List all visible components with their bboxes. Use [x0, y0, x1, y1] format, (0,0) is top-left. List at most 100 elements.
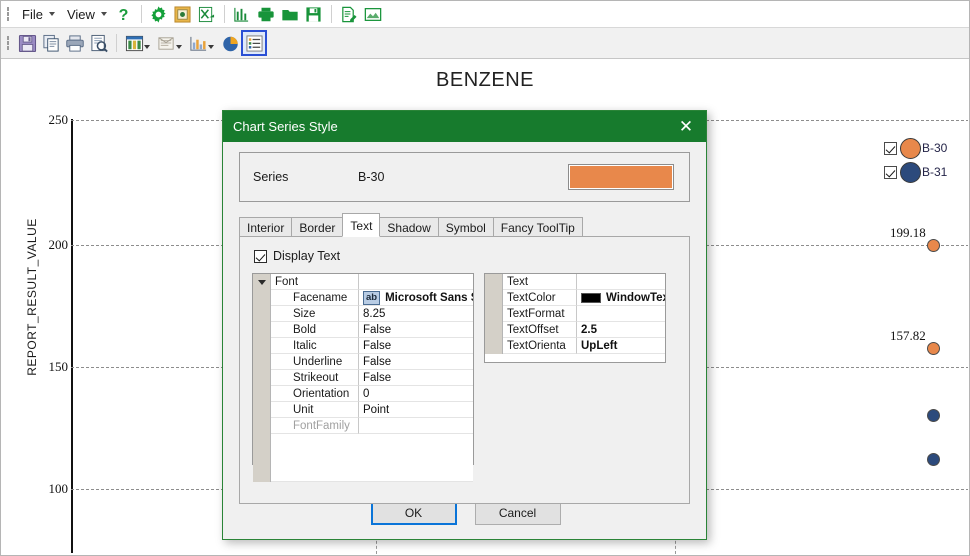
- property-value: [359, 418, 473, 434]
- property-row-bold[interactable]: Bold False: [253, 322, 473, 338]
- gutter: [485, 306, 503, 322]
- edit-report-icon[interactable]: [338, 3, 360, 25]
- property-value[interactable]: False: [359, 354, 473, 370]
- export-excel-icon[interactable]: [196, 3, 218, 25]
- data-table-icon[interactable]: [123, 32, 145, 54]
- property-row-textcolor[interactable]: TextColor WindowText: [485, 290, 665, 306]
- dialog-title-bar[interactable]: Chart Series Style ✕: [223, 111, 706, 142]
- report-icon[interactable]: [155, 32, 177, 54]
- application-window: File View ?: [0, 0, 970, 556]
- color-swatch-icon[interactable]: [581, 293, 601, 303]
- bar-chart-icon[interactable]: [187, 32, 209, 54]
- open-folder-icon[interactable]: [279, 3, 301, 25]
- tab-symbol[interactable]: Symbol: [438, 217, 494, 237]
- property-row-blank: [253, 434, 473, 482]
- property-row-text[interactable]: Text: [485, 274, 665, 290]
- copy-icon[interactable]: [40, 32, 62, 54]
- property-row-underline[interactable]: Underline False: [253, 354, 473, 370]
- tab-text[interactable]: Text: [342, 213, 380, 237]
- save-icon[interactable]: [16, 32, 38, 54]
- property-group-font[interactable]: Font: [253, 274, 473, 290]
- property-value[interactable]: [577, 306, 665, 322]
- print-icon[interactable]: [255, 3, 277, 25]
- property-name: Orientation: [271, 386, 359, 402]
- menu-item-file-label: File: [22, 7, 43, 22]
- property-name: TextOffset: [503, 322, 577, 338]
- settings-gear-icon[interactable]: [148, 3, 170, 25]
- font-property-grid[interactable]: Font Facename ab Microsoft Sans S: [252, 273, 474, 465]
- gutter: [253, 418, 271, 434]
- copy-image-icon[interactable]: [172, 3, 194, 25]
- property-value[interactable]: False: [359, 370, 473, 386]
- legend-list-icon[interactable]: [243, 32, 265, 54]
- legend-checkbox[interactable]: [884, 166, 897, 179]
- pie-chart-icon[interactable]: [219, 32, 241, 54]
- property-row-orientation[interactable]: Orientation 0: [253, 386, 473, 402]
- picture-icon[interactable]: [362, 3, 384, 25]
- toolbar-gripper[interactable]: [5, 35, 12, 52]
- chart-legend: B-30 B-31: [884, 136, 947, 184]
- data-point[interactable]: [927, 409, 940, 422]
- legend-item-b30[interactable]: B-30: [884, 136, 947, 160]
- series-color-swatch[interactable]: [569, 165, 673, 189]
- close-icon[interactable]: ✕: [666, 111, 706, 142]
- legend-marker-icon: [900, 138, 921, 159]
- data-point[interactable]: [927, 239, 940, 252]
- chart-toolbar: [1, 28, 970, 59]
- property-row-fontfamily[interactable]: FontFamily: [253, 418, 473, 434]
- property-value[interactable]: UpLeft: [577, 338, 665, 354]
- gutter: [485, 338, 503, 354]
- chevron-down-icon: [49, 12, 55, 16]
- print-preview-icon[interactable]: [88, 32, 110, 54]
- expander-cell[interactable]: [253, 274, 271, 290]
- property-row-unit[interactable]: Unit Point: [253, 402, 473, 418]
- property-row-facename[interactable]: Facename ab Microsoft Sans S: [253, 290, 473, 306]
- legend-label: B-30: [922, 141, 947, 155]
- menu-item-file[interactable]: File: [15, 4, 60, 25]
- series-summary: Series B-30: [239, 152, 690, 202]
- text-property-grid[interactable]: Text TextColor WindowText: [484, 273, 666, 363]
- display-text-row[interactable]: Display Text: [254, 249, 677, 263]
- print-icon[interactable]: [64, 32, 86, 54]
- chevron-down-icon[interactable]: [208, 45, 214, 49]
- tab-interior[interactable]: Interior: [239, 217, 292, 237]
- tab-border[interactable]: Border: [291, 217, 343, 237]
- property-value[interactable]: [577, 274, 665, 290]
- divider: [224, 5, 225, 23]
- gutter: [253, 370, 271, 386]
- y-tick-label: 250: [28, 112, 68, 128]
- chevron-down-icon: [101, 12, 107, 16]
- property-value[interactable]: False: [359, 322, 473, 338]
- data-point[interactable]: [927, 342, 940, 355]
- help-question-icon[interactable]: ?: [113, 3, 135, 25]
- legend-item-b31[interactable]: B-31: [884, 160, 947, 184]
- tab-fancy-tooltip[interactable]: Fancy ToolTip: [493, 217, 583, 237]
- chevron-down-icon[interactable]: [144, 45, 150, 49]
- menu-item-view[interactable]: View: [60, 4, 112, 25]
- property-row-size[interactable]: Size 8.25: [253, 306, 473, 322]
- property-value[interactable]: 0: [359, 386, 473, 402]
- legend-checkbox[interactable]: [884, 142, 897, 155]
- data-point[interactable]: [927, 453, 940, 466]
- property-row-textorientation[interactable]: TextOrienta UpLeft: [485, 338, 665, 354]
- property-row-textoffset[interactable]: TextOffset 2.5: [485, 322, 665, 338]
- ab-editor-icon[interactable]: ab: [363, 291, 380, 305]
- chart-column-icon[interactable]: [231, 3, 253, 25]
- property-row-italic[interactable]: Italic False: [253, 338, 473, 354]
- menubar-gripper[interactable]: [5, 6, 12, 23]
- property-row-textformat[interactable]: TextFormat: [485, 306, 665, 322]
- property-grids: Font Facename ab Microsoft Sans S: [252, 273, 677, 465]
- property-value-cell[interactable]: ab Microsoft Sans S: [359, 290, 473, 306]
- y-tick-label: 200: [28, 237, 68, 253]
- save-icon[interactable]: [303, 3, 325, 25]
- property-value[interactable]: 2.5: [577, 322, 665, 338]
- property-value[interactable]: Point: [359, 402, 473, 418]
- display-text-checkbox[interactable]: [254, 250, 267, 263]
- property-value-cell[interactable]: WindowText: [577, 290, 665, 306]
- property-row-strikeout[interactable]: Strikeout False: [253, 370, 473, 386]
- tab-shadow[interactable]: Shadow: [379, 217, 438, 237]
- chevron-down-icon[interactable]: [176, 45, 182, 49]
- property-value[interactable]: 8.25: [359, 306, 473, 322]
- property-value[interactable]: False: [359, 338, 473, 354]
- property-name: Unit: [271, 402, 359, 418]
